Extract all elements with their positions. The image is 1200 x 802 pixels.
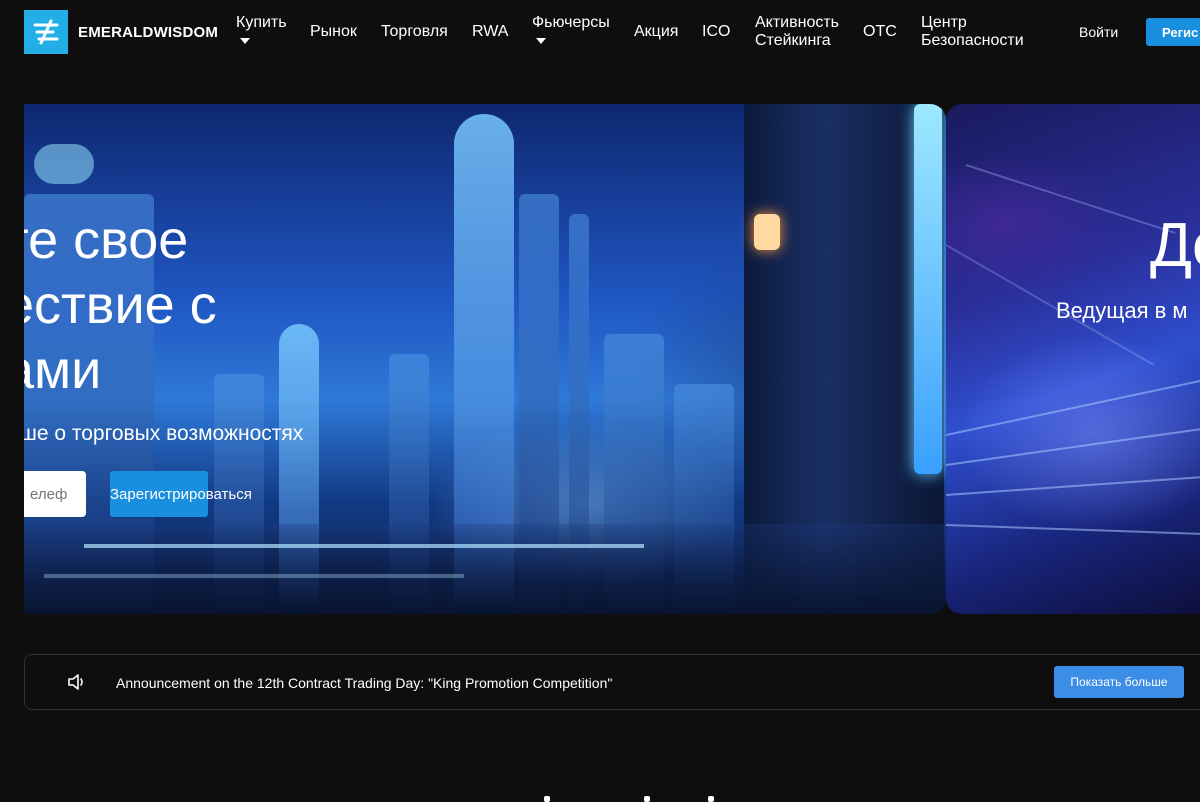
data-wire [946, 524, 1200, 536]
brand-name[interactable]: EMERALDWISDOM [78, 24, 218, 41]
hero-slide-2-title: Дo [1150, 211, 1200, 280]
nav-item-staking-line1: Активность [755, 14, 840, 31]
hero-slide-1[interactable]: те свое ествие с ами ше о торговых возмо… [24, 104, 946, 614]
machine-light [754, 214, 780, 250]
nav-item-promo[interactable]: Акция [634, 23, 678, 41]
nav-item-futures-label: Фьючерсы [532, 14, 610, 31]
hero-subtitle: ше о торговых возможностях [24, 422, 304, 445]
nav-item-futures[interactable]: Фьючерсы [532, 14, 610, 44]
city-light [34, 144, 94, 184]
announcement-bar: Announcement on the 12th Contract Tradin… [24, 654, 1200, 710]
nav-item-market[interactable]: Рынок [310, 23, 357, 41]
data-wire [965, 164, 1176, 234]
hero-register-button[interactable]: Зарегистрироваться [110, 471, 252, 517]
text-fragment [644, 796, 650, 802]
hero-slide-2[interactable]: Дo Ведущая в м [946, 104, 1200, 614]
nav-item-otc[interactable]: OTC [863, 23, 897, 41]
ground-light [84, 544, 644, 548]
nav-item-security-line2: Безопасности [921, 32, 1024, 49]
speaker-icon [68, 674, 83, 690]
nav-item-ico[interactable]: ICO [702, 23, 730, 41]
hero-slide-2-subtitle: Ведущая в м [1056, 298, 1188, 323]
nav-item-trade[interactable]: Торговля [381, 23, 448, 41]
top-navbar: EMERALDWISDOM Купить Рынок Торговля RWA … [0, 0, 1200, 64]
logo-icon[interactable] [24, 10, 68, 54]
section-heading-partial [540, 790, 720, 802]
nav-item-security-line1: Центр [921, 14, 967, 31]
text-fragment [544, 796, 550, 802]
nav-item-buy-label: Купить [236, 14, 287, 31]
data-wire [946, 427, 1200, 466]
city-ground [24, 524, 946, 614]
announcement-text[interactable]: Announcement on the 12th Contract Tradin… [116, 675, 612, 691]
register-button[interactable]: Регис [1146, 18, 1200, 46]
nav-item-staking-line2: Стейкинга [755, 32, 831, 49]
login-link[interactable]: Войти [1079, 24, 1118, 40]
chevron-down-icon [536, 38, 546, 44]
nav-item-rwa[interactable]: RWA [472, 23, 508, 41]
machine-light-rail [914, 104, 942, 474]
hero-title-line: те свое [24, 210, 189, 270]
nav-item-buy[interactable]: Купить [236, 14, 287, 44]
phone-input[interactable] [24, 471, 86, 517]
hero-title: те свое ествие с ами [24, 208, 217, 403]
text-fragment [708, 796, 714, 802]
data-wire [946, 379, 1200, 436]
nav-item-security-center[interactable]: Центр Безопасности [921, 14, 1024, 50]
data-wire [946, 475, 1200, 496]
nav-item-staking[interactable]: Активность Стейкинга [755, 14, 839, 50]
show-more-button[interactable]: Показать больше [1054, 666, 1184, 698]
hero-title-line: ами [24, 340, 102, 400]
ground-light [44, 574, 464, 578]
hero-title-line: ествие с [24, 275, 217, 335]
chevron-down-icon [240, 38, 250, 44]
